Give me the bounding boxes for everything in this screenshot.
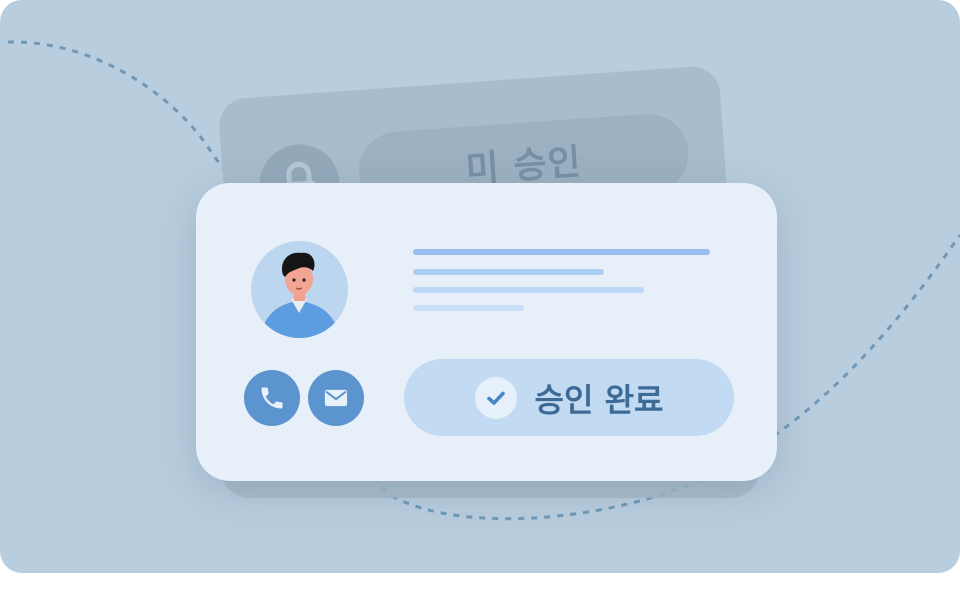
text-placeholder-line [413,305,524,311]
approve-complete-button[interactable]: 승인 완료 [404,359,734,436]
text-placeholder-line [413,249,710,255]
check-icon [474,376,517,419]
phone-icon [261,387,283,409]
mail-icon [324,389,348,407]
text-placeholder-line [413,269,604,275]
call-button[interactable] [244,370,300,426]
person-avatar [251,241,348,338]
text-placeholder-line [413,287,644,293]
illustration-stage: 미 승인 승인 완료 [0,0,960,573]
approve-complete-label: 승인 완료 [534,380,664,419]
profile-card: 승인 완료 [196,183,777,481]
email-button[interactable] [308,370,364,426]
